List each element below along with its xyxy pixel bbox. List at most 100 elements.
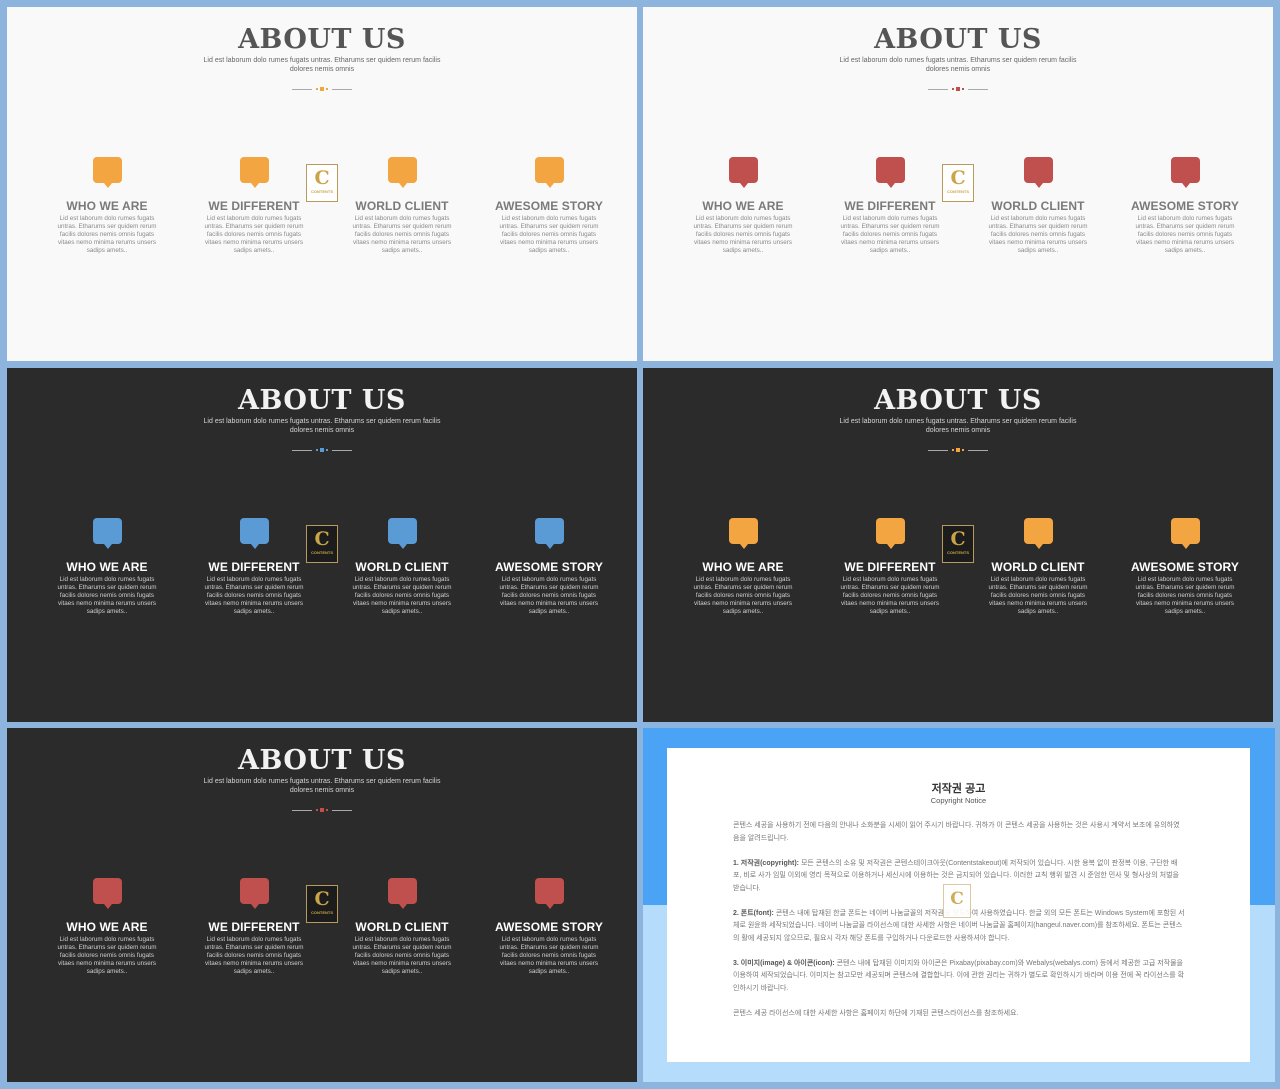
feature-title: WHO WE ARE xyxy=(66,199,148,213)
feature-item: WE DIFFERENT Lid est laborum dolo rumes f… xyxy=(195,157,313,255)
notice-paragraph: 콘텐스 세공 라이선스에 대한 사세한 사항은 홈페이지 하단에 기재된 콘텐스… xyxy=(733,1008,1185,1021)
speech-bubble-icon xyxy=(534,518,564,549)
notice-paper: 저작권 공고 Copyright Notice 콘텐스 세공을 사용하기 전에 … xyxy=(667,748,1250,1062)
feature-item: WORLD CLIENT Lid est laborum dolo rumes f… xyxy=(979,157,1097,255)
feature-title: WE DIFFERENT xyxy=(208,199,300,213)
notice-paragraph-text: 콘텐스 세공을 사용하기 전에 다음의 안내나 소화분을 시세이 읽어 주시기 … xyxy=(733,822,1180,842)
speech-bubble-icon xyxy=(534,878,564,909)
feature-description: Lid est laborum dolo rumes fugats untras… xyxy=(840,576,940,615)
brand-logo-icon: C CONTENTS xyxy=(306,525,338,563)
speech-bubble-icon xyxy=(1023,518,1053,549)
feature-description: Lid est laborum dolo rumes fugats untras… xyxy=(499,576,599,615)
title-divider xyxy=(928,448,988,452)
feature-item: AWESOME STORY Lid est laborum dolo rumes … xyxy=(490,157,608,255)
speech-bubble-icon xyxy=(92,878,122,909)
feature-item: WORLD CLIENT Lid est laborum dolo rumes f… xyxy=(343,157,461,255)
slide-thumbnail[interactable]: ABOUT US Lid est laborum dolo rumes fugat… xyxy=(7,728,637,1082)
slide-thumbnail[interactable]: ABOUT US Lid est laborum dolo rumes fugat… xyxy=(643,368,1273,722)
slide-title: ABOUT US xyxy=(238,24,406,55)
speech-bubble-icon xyxy=(387,157,417,188)
speech-bubble-icon xyxy=(92,518,122,549)
feature-description: Lid est laborum dolo rumes fugats untras… xyxy=(1135,215,1235,254)
feature-item: WE DIFFERENT Lid est laborum dolo rumes f… xyxy=(831,157,949,255)
speech-bubble-icon xyxy=(387,518,417,549)
feature-description: Lid est laborum dolo rumes fugats untras… xyxy=(693,576,793,615)
feature-description: Lid est laborum dolo rumes fugats untras… xyxy=(204,576,304,615)
feature-description: Lid est laborum dolo rumes fugats untras… xyxy=(352,215,452,254)
speech-bubble-icon xyxy=(728,157,758,188)
brand-logo-icon: C CONTENTS xyxy=(306,164,338,202)
feature-title: AWESOME STORY xyxy=(1131,560,1239,574)
slide-thumbnail[interactable]: ABOUT US Lid est laborum dolo rumes fugat… xyxy=(7,368,637,722)
speech-bubble-icon xyxy=(875,157,905,188)
feature-description: Lid est laborum dolo rumes fugats untras… xyxy=(499,215,599,254)
feature-description: Lid est laborum dolo rumes fugats untras… xyxy=(988,215,1088,254)
notice-paragraph-heading: 1. 저작권(copyright): xyxy=(733,859,799,867)
feature-title: WHO WE ARE xyxy=(66,920,148,934)
speech-bubble-icon xyxy=(534,157,564,188)
title-divider xyxy=(928,87,988,91)
feature-item: WE DIFFERENT Lid est laborum dolo rumes f… xyxy=(195,878,313,976)
feature-title: AWESOME STORY xyxy=(495,199,603,213)
feature-item: WORLD CLIENT Lid est laborum dolo rumes f… xyxy=(979,518,1097,616)
speech-bubble-icon xyxy=(239,518,269,549)
brand-logo-icon: C CONTENTS xyxy=(942,164,974,202)
feature-item: WE DIFFERENT Lid est laborum dolo rumes f… xyxy=(195,518,313,616)
slide-subtitle: Lid est laborum dolo rumes fugats untras… xyxy=(839,418,1077,434)
feature-description: Lid est laborum dolo rumes fugats untras… xyxy=(988,576,1088,615)
feature-title: WORLD CLIENT xyxy=(991,199,1085,213)
feature-title: WORLD CLIENT xyxy=(355,560,449,574)
notice-title: 저작권 공고 xyxy=(931,783,986,795)
notice-subtitle: Copyright Notice xyxy=(930,796,987,805)
slide-thumbnail[interactable]: ABOUT US Lid est laborum dolo rumes fugat… xyxy=(7,7,637,361)
speech-bubble-icon xyxy=(1023,157,1053,188)
speech-bubble-icon xyxy=(728,518,758,549)
feature-description: Lid est laborum dolo rumes fugats untras… xyxy=(840,215,940,254)
feature-item: AWESOME STORY Lid est laborum dolo rumes … xyxy=(1126,518,1244,616)
slide-title: ABOUT US xyxy=(874,385,1042,416)
feature-title: WORLD CLIENT xyxy=(355,920,449,934)
slide-subtitle: Lid est laborum dolo rumes fugats untras… xyxy=(839,57,1077,73)
feature-title: WORLD CLIENT xyxy=(991,560,1085,574)
speech-bubble-icon xyxy=(387,878,417,909)
slide-subtitle: Lid est laborum dolo rumes fugats untras… xyxy=(203,778,441,794)
feature-description: Lid est laborum dolo rumes fugats untras… xyxy=(57,936,157,975)
feature-title: AWESOME STORY xyxy=(1131,199,1239,213)
feature-item: AWESOME STORY Lid est laborum dolo rumes … xyxy=(1126,157,1244,255)
feature-title: WHO WE ARE xyxy=(66,560,148,574)
feature-item: WHO WE ARE Lid est laborum dolo rumes fug… xyxy=(48,878,166,976)
feature-title: WE DIFFERENT xyxy=(208,560,300,574)
title-divider xyxy=(292,448,352,452)
copyright-notice-panel: 저작권 공고 Copyright Notice 콘텐스 세공을 사용하기 전에 … xyxy=(643,728,1275,1082)
slide-title: ABOUT US xyxy=(238,385,406,416)
feature-title: WORLD CLIENT xyxy=(355,199,449,213)
feature-item: AWESOME STORY Lid est laborum dolo rumes … xyxy=(490,518,608,616)
feature-title: AWESOME STORY xyxy=(495,560,603,574)
brand-logo-icon: C CONTENTS xyxy=(306,885,338,923)
feature-item: WHO WE ARE Lid est laborum dolo rumes fug… xyxy=(48,518,166,616)
speech-bubble-icon xyxy=(1170,518,1200,549)
notice-paragraph-heading: 3. 이미지(image) & 아이콘(icon): xyxy=(733,959,835,967)
feature-item: WORLD CLIENT Lid est laborum dolo rumes f… xyxy=(343,878,461,976)
feature-title: AWESOME STORY xyxy=(495,920,603,934)
feature-title: WHO WE ARE xyxy=(702,199,784,213)
feature-title: WE DIFFERENT xyxy=(208,920,300,934)
title-divider xyxy=(292,808,352,812)
feature-item: WORLD CLIENT Lid est laborum dolo rumes f… xyxy=(343,518,461,616)
feature-description: Lid est laborum dolo rumes fugats untras… xyxy=(352,576,452,615)
feature-description: Lid est laborum dolo rumes fugats untras… xyxy=(693,215,793,254)
feature-title: WHO WE ARE xyxy=(702,560,784,574)
notice-paragraph-text: 콘텐스 세공 라이선스에 대한 사세한 사항은 홈페이지 하단에 기재된 콘텐스… xyxy=(733,1009,1019,1017)
feature-title: WE DIFFERENT xyxy=(844,560,936,574)
notice-paragraph: 콘텐스 세공을 사용하기 전에 다음의 안내나 소화분을 시세이 읽어 주시기 … xyxy=(733,820,1185,845)
watermark-logo-icon: C xyxy=(943,884,971,918)
brand-logo-icon: C CONTENTS xyxy=(942,525,974,563)
slide-subtitle: Lid est laborum dolo rumes fugats untras… xyxy=(203,57,441,73)
speech-bubble-icon xyxy=(239,157,269,188)
slide-thumbnail[interactable]: ABOUT US Lid est laborum dolo rumes fugat… xyxy=(643,7,1273,361)
feature-item: WHO WE ARE Lid est laborum dolo rumes fug… xyxy=(48,157,166,255)
notice-paragraph-heading: 2. 폰트(font): xyxy=(733,909,774,917)
speech-bubble-icon xyxy=(1170,157,1200,188)
speech-bubble-icon xyxy=(239,878,269,909)
notice-paragraph: 3. 이미지(image) & 아이콘(icon): 콘텐스 내에 탑재된 이미… xyxy=(733,958,1185,996)
